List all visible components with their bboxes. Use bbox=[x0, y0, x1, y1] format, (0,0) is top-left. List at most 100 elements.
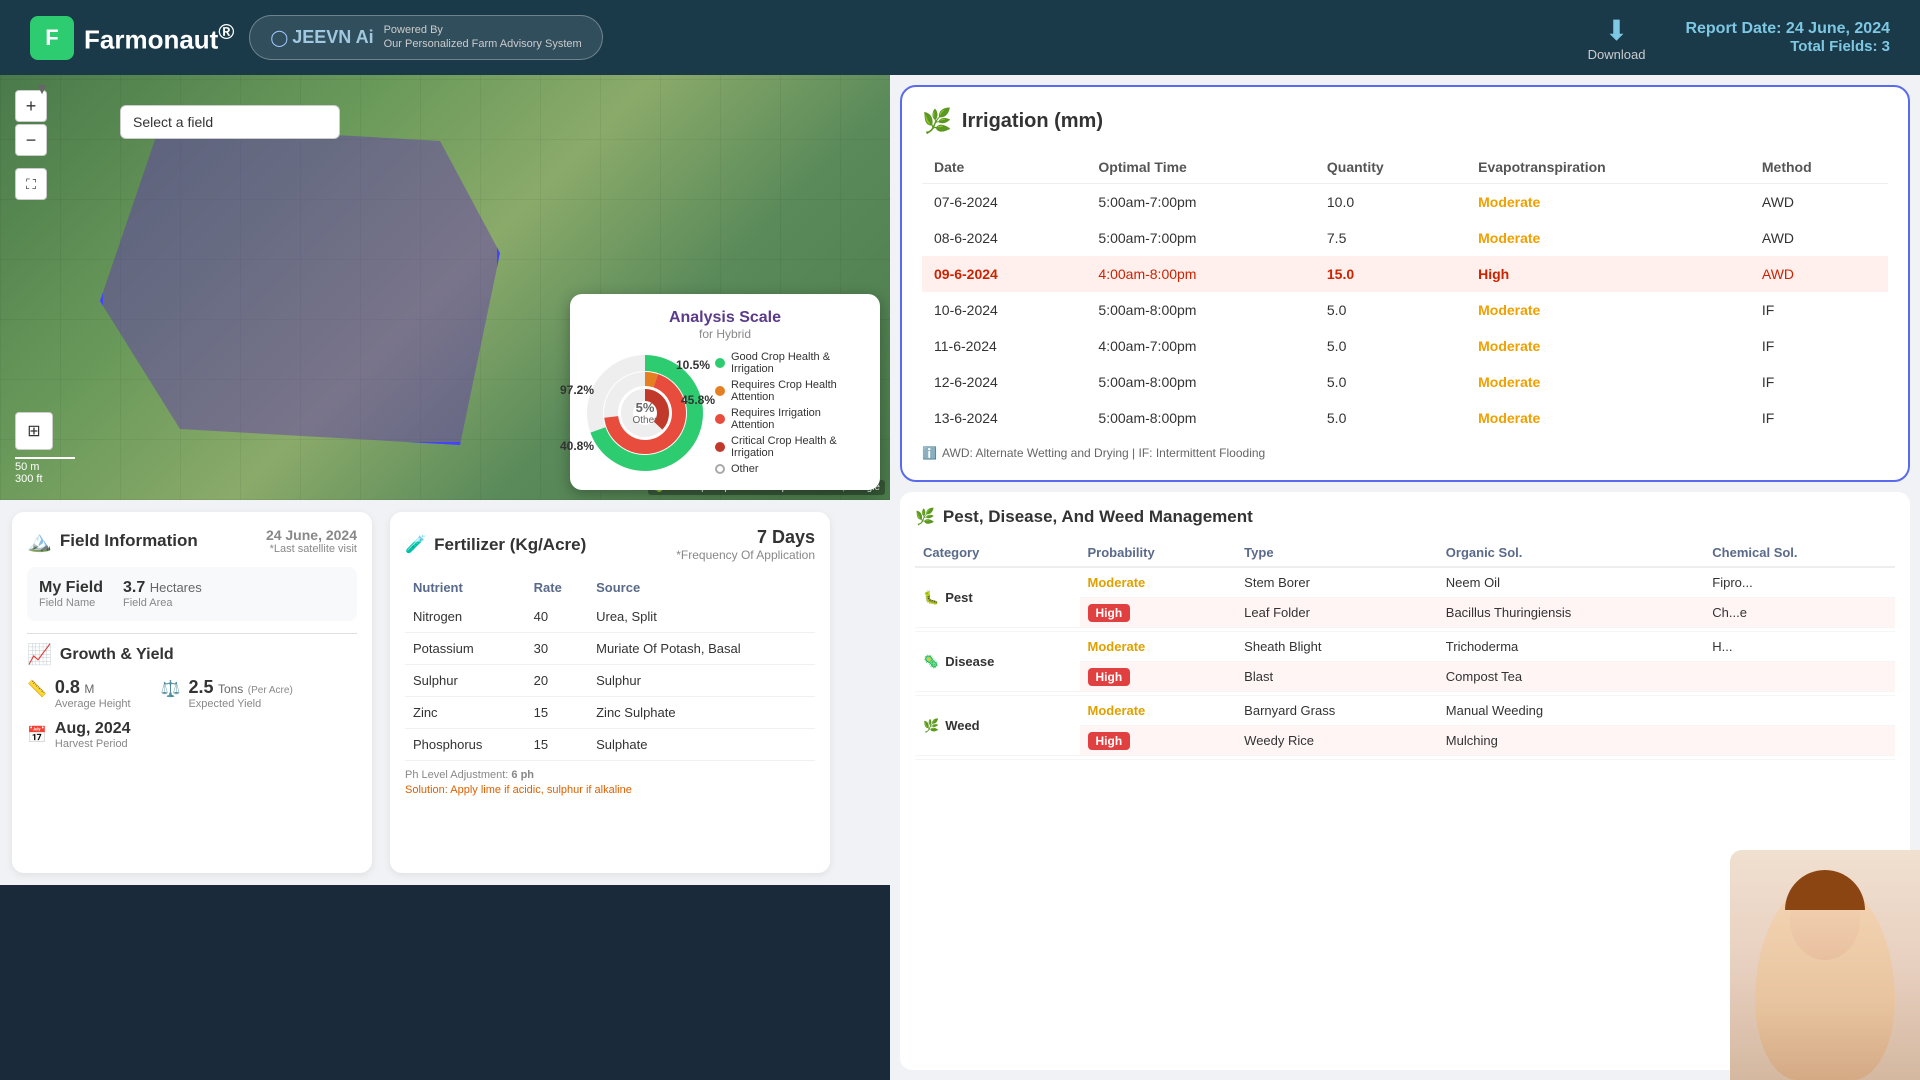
pest-panel: 🌿 Pest, Disease, And Weed Management Cat… bbox=[900, 492, 1910, 1070]
download-label: Download bbox=[1588, 47, 1646, 62]
legend-dot-irrigation bbox=[715, 414, 725, 424]
irr-qty: 7.5 bbox=[1315, 220, 1466, 256]
irr-row: 08-6-2024 5:00am-7:00pm 7.5 Moderate AWD bbox=[922, 220, 1888, 256]
col-nutrient: Nutrient bbox=[405, 574, 526, 601]
yield-value: 2.5 bbox=[188, 677, 213, 697]
pest-row: 🐛 Pest Moderate Stem Borer Neem Oil Fipr… bbox=[915, 567, 1895, 598]
scale-line bbox=[15, 457, 75, 459]
irrigation-panel: 🌿 Irrigation (mm) Date Optimal Time Quan… bbox=[900, 85, 1910, 482]
chevron-down-icon: ▼ bbox=[34, 81, 50, 99]
irr-method: AWD bbox=[1750, 220, 1888, 256]
legend-item-other: Other bbox=[715, 463, 865, 475]
irr-evapo: Moderate bbox=[1466, 184, 1750, 221]
fertilizer-header: 🧪 Fertilizer (Kg/Acre) 7 Days *Frequency… bbox=[405, 527, 815, 562]
calendar-icon: 📅 bbox=[27, 725, 47, 745]
fert-source: Urea, Split bbox=[588, 601, 815, 633]
prob-badge-moderate: Moderate bbox=[1088, 639, 1146, 654]
pest-col-chemical: Chemical Sol. bbox=[1704, 539, 1895, 567]
analysis-chart-area: 97.2% 10.5% 45.8% 40.8% 5% Other bbox=[585, 351, 865, 475]
height-unit: M bbox=[84, 682, 94, 696]
field-name-stat: My Field Field Name bbox=[39, 579, 103, 609]
fert-rate: 40 bbox=[526, 601, 588, 633]
pest-row: 🦠 Disease Moderate Sheath Blight Trichod… bbox=[915, 632, 1895, 662]
download-icon: ⬇ bbox=[1605, 14, 1628, 47]
legend-item-good: Good Crop Health & Irrigation bbox=[715, 351, 865, 375]
category-name: Pest bbox=[945, 590, 972, 605]
fullscreen-button[interactable]: ⛶ bbox=[15, 168, 47, 200]
irr-date: 07-6-2024 bbox=[922, 184, 1086, 221]
field-area-stat: 3.7 Hectares Field Area bbox=[123, 579, 202, 609]
irr-method: IF bbox=[1750, 328, 1888, 364]
jeevn-subtitle: Powered By Our Personalized Farm Advisor… bbox=[384, 24, 582, 50]
fert-nutrient: Potassium bbox=[405, 633, 526, 665]
chemical-cell bbox=[1704, 696, 1895, 726]
fert-row: Sulphur 20 Sulphur bbox=[405, 665, 815, 697]
legend-dot-crop-health bbox=[715, 386, 725, 396]
legend-item-critical: Critical Crop Health & Irrigation bbox=[715, 435, 865, 459]
fert-row: Zinc 15 Zinc Sulphate bbox=[405, 697, 815, 729]
irr-row: 12-6-2024 5:00am-8:00pm 5.0 Moderate IF bbox=[922, 364, 1888, 400]
growth-section: 📈 Growth & Yield 📏 0.8 M bbox=[27, 642, 357, 750]
fert-source: Sulphate bbox=[588, 729, 815, 761]
donut-label-408: 40.8% bbox=[560, 439, 594, 453]
map-layer-button[interactable]: ⊞ bbox=[15, 412, 53, 450]
fertilizer-solution: Solution: Apply lime if acidic, sulphur … bbox=[405, 784, 815, 796]
jeevn-title: JEEVN Ai bbox=[292, 27, 373, 48]
irr-col-qty: Quantity bbox=[1315, 151, 1466, 184]
pest-col-prob: Probability bbox=[1080, 539, 1237, 567]
fert-source: Zinc Sulphate bbox=[588, 697, 815, 729]
prob-badge-moderate: Moderate bbox=[1088, 575, 1146, 590]
right-content: 🌿 Irrigation (mm) Date Optimal Time Quan… bbox=[890, 75, 1920, 1080]
zoom-out-button[interactable]: − bbox=[15, 124, 47, 156]
fertilizer-title: 🧪 Fertilizer (Kg/Acre) bbox=[405, 535, 586, 555]
fert-rate: 30 bbox=[526, 633, 588, 665]
irr-time: 5:00am-7:00pm bbox=[1086, 184, 1314, 221]
fert-source: Muriate Of Potash, Basal bbox=[588, 633, 815, 665]
donut-label-105: 10.5% bbox=[676, 358, 710, 372]
fert-nutrient: Nitrogen bbox=[405, 601, 526, 633]
chemical-cell bbox=[1704, 726, 1895, 756]
freq-label: *Frequency Of Application bbox=[676, 548, 815, 562]
type-cell: Stem Borer bbox=[1236, 567, 1438, 598]
prob-cell: High bbox=[1080, 662, 1237, 692]
weight-icon: ⚖️ bbox=[161, 679, 181, 699]
irr-col-date: Date bbox=[922, 151, 1086, 184]
donut-center: 5% Other bbox=[632, 400, 657, 426]
field-area-value: 3.7 bbox=[123, 579, 145, 596]
pest-table: Category Probability Type Organic Sol. C… bbox=[915, 539, 1895, 760]
organic-cell: Neem Oil bbox=[1438, 567, 1705, 598]
irr-row: 09-6-2024 4:00am-8:00pm 15.0 High AWD bbox=[922, 256, 1888, 292]
irr-date: 11-6-2024 bbox=[922, 328, 1086, 364]
irr-qty: 10.0 bbox=[1315, 184, 1466, 221]
field-select[interactable]: Select a field bbox=[120, 105, 340, 139]
category-icon: 🦠 bbox=[923, 654, 939, 670]
analysis-subtitle: for Hybrid bbox=[585, 327, 865, 341]
download-button[interactable]: ⬇ Download bbox=[1588, 14, 1646, 62]
logo-text: Farmonaut® bbox=[84, 19, 234, 56]
legend-label-crop-health: Requires Crop Health Attention bbox=[731, 379, 865, 403]
irr-evapo: High bbox=[1466, 256, 1750, 292]
type-cell: Leaf Folder bbox=[1236, 598, 1438, 628]
fertilizer-panel: 🧪 Fertilizer (Kg/Acre) 7 Days *Frequency… bbox=[390, 512, 830, 873]
analysis-title: Analysis Scale bbox=[585, 309, 865, 327]
logo: F Farmonaut® bbox=[30, 16, 234, 60]
map-field-overlay bbox=[100, 125, 500, 445]
header-right: ⬇ Download Report Date: 24 June, 2024 To… bbox=[1588, 14, 1890, 62]
field-area-label: Field Area bbox=[123, 597, 202, 609]
chemical-cell: H... bbox=[1704, 632, 1895, 662]
irrigation-header: 🌿 Irrigation (mm) bbox=[922, 107, 1888, 136]
fert-row: Potassium 30 Muriate Of Potash, Basal bbox=[405, 633, 815, 665]
pest-header: 🌿 Pest, Disease, And Weed Management bbox=[915, 507, 1895, 527]
chemical-cell: Fipro... bbox=[1704, 567, 1895, 598]
pest-separator bbox=[915, 756, 1895, 760]
irr-time: 4:00am-7:00pm bbox=[1086, 328, 1314, 364]
irrigation-note: ℹ️ AWD: Alternate Wetting and Drying | I… bbox=[922, 446, 1888, 460]
type-cell: Blast bbox=[1236, 662, 1438, 692]
header: F Farmonaut® ◯ JEEVN Ai Powered By Our P… bbox=[0, 0, 1920, 75]
field-info-title: 🏔️ Field Information bbox=[27, 529, 198, 554]
irr-method: IF bbox=[1750, 364, 1888, 400]
irr-evapo: Moderate bbox=[1466, 292, 1750, 328]
app-layout: F Farmonaut® ◯ JEEVN Ai Powered By Our P… bbox=[0, 0, 1920, 1080]
flask-icon: 🧪 bbox=[405, 535, 426, 555]
irrigation-title: Irrigation (mm) bbox=[962, 110, 1103, 133]
